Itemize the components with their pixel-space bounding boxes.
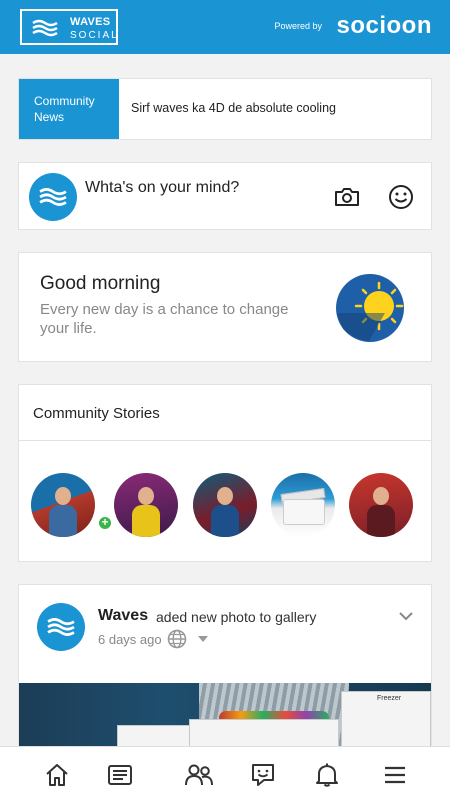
people-icon [185, 764, 213, 786]
story-avatar[interactable] [114, 473, 178, 537]
bell-icon [316, 763, 338, 787]
logo-subtitle: SOCIAL [70, 30, 119, 41]
waves-logo-icon [39, 188, 67, 206]
post-author-name[interactable]: Waves [98, 607, 148, 625]
story-avatar[interactable] [193, 473, 257, 537]
story-person [211, 485, 239, 537]
waves-logo-icon [32, 19, 58, 37]
greeting-card: Good morning Every new day is a chance t… [18, 252, 432, 362]
smiley-icon [389, 185, 413, 209]
nav-chat[interactable] [248, 761, 278, 789]
story-avatar[interactable] [349, 473, 413, 537]
waves-logo-icon [47, 618, 75, 636]
logo-title: WAVES [70, 16, 111, 28]
feed-post: Waves aded new photo to gallery 6 days a… [18, 584, 432, 755]
nav-notifications[interactable] [312, 761, 342, 789]
feed-list-icon [108, 765, 132, 785]
add-story-button[interactable]: + [97, 515, 113, 531]
story-avatar[interactable] [271, 473, 335, 537]
privacy-dropdown-icon[interactable] [197, 635, 209, 643]
story-person [132, 485, 160, 537]
app-header: WAVES SOCIAL Powered by socioon [0, 0, 450, 54]
home-icon [46, 764, 68, 786]
story-head [55, 487, 71, 505]
story-body [211, 505, 239, 537]
emoji-button[interactable] [385, 181, 417, 213]
story-avatar[interactable] [31, 473, 95, 537]
chat-icon [252, 764, 274, 786]
greeting-title: Good morning [40, 273, 161, 294]
story-head [373, 487, 389, 505]
bottom-navigation [0, 746, 450, 800]
post-action-text: aded new photo to gallery [156, 609, 317, 625]
stories-title: Community Stories [19, 385, 431, 441]
community-news-tag: Community News [19, 79, 119, 139]
news-tag-line2: News [34, 110, 65, 124]
post-input[interactable]: Whta's on your mind? [85, 179, 239, 197]
photo-label: Freezer [377, 695, 402, 702]
nav-people[interactable] [184, 761, 214, 789]
community-news-banner[interactable]: Community News Sirf waves ka 4D de absol… [18, 78, 432, 140]
community-stories: Community Stories + [18, 384, 432, 562]
menu-icon [385, 766, 405, 784]
story-person [49, 485, 77, 537]
post-timestamp: 6 days ago [98, 632, 162, 647]
camera-icon [335, 188, 359, 206]
user-avatar [29, 173, 77, 221]
camera-button[interactable] [331, 181, 363, 213]
sun-icon [336, 274, 404, 342]
story-body [367, 505, 395, 537]
post-composer: Whta's on your mind? [18, 162, 432, 230]
greeting-message: Every new day is a chance to change your… [40, 301, 289, 337]
story-body [49, 505, 77, 537]
socioon-logo: socioon [336, 12, 432, 39]
story-head [138, 487, 154, 505]
news-headline[interactable]: Sirf waves ka 4D de absolute cooling [131, 101, 336, 115]
nav-home[interactable] [42, 761, 72, 789]
chevron-down-icon[interactable] [399, 611, 413, 621]
nav-menu[interactable] [380, 761, 410, 789]
freezer-image [283, 499, 325, 525]
globe-icon[interactable] [167, 629, 187, 649]
story-person [367, 485, 395, 537]
waves-social-logo[interactable]: WAVES SOCIAL [20, 9, 118, 45]
post-author-avatar[interactable] [37, 603, 85, 651]
story-head [217, 487, 233, 505]
post-photo[interactable]: Freezer [19, 683, 431, 755]
powered-by-label: Powered by [274, 21, 322, 31]
story-body [132, 505, 160, 537]
nav-feed[interactable] [105, 761, 135, 789]
news-tag-line1: Community [34, 94, 95, 108]
